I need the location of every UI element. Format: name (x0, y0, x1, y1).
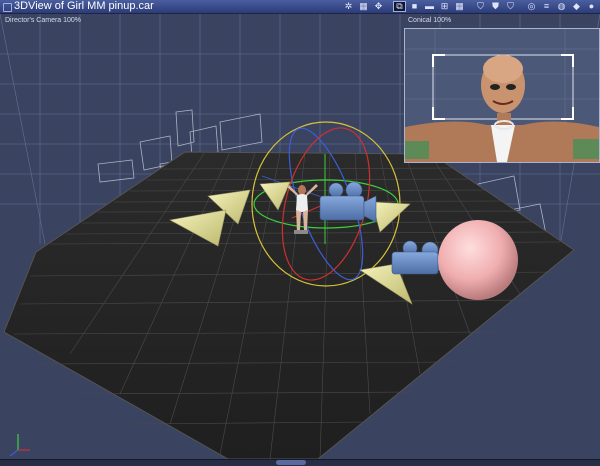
layout-split-icon[interactable]: ▬ (423, 1, 436, 12)
layout-single-icon[interactable]: ■ (408, 1, 421, 12)
window-title: 3DView of Girl MM pinup.car (14, 0, 154, 12)
pin-icon[interactable]: ✲ (342, 1, 355, 12)
render-shield-icon[interactable]: ⛉ (504, 1, 517, 12)
move-icon[interactable]: ✥ (372, 1, 385, 12)
wireframe-sphere-icon[interactable]: ◍ (555, 1, 568, 12)
preview-window[interactable] (404, 28, 600, 163)
sphere-prop[interactable] (438, 220, 518, 300)
resize-handle[interactable] (276, 460, 306, 465)
light-shield-icon[interactable]: ⛊ (489, 1, 502, 12)
camera-label[interactable]: Director's Camera 100% (5, 17, 81, 24)
preview-label[interactable]: Conical 100% (408, 17, 451, 24)
shaded-cube-icon[interactable]: ◆ (570, 1, 583, 12)
shield-icon[interactable]: ⛉ (474, 1, 487, 12)
3d-view-window: 3DView of Girl MM pinup.car ✲ ▦ ✥ ⧉ ■ ▬ … (0, 0, 600, 466)
window-grip-icon[interactable] (3, 3, 12, 12)
menu-icon[interactable]: ≡ (540, 1, 553, 12)
camera-view-icon[interactable]: ⧉ (393, 1, 406, 12)
layout-quad-icon[interactable]: ⊞ (438, 1, 451, 12)
view-toolbar: ✲ ▦ ✥ ⧉ ■ ▬ ⊞ ▦ ⛉ ⛊ ⛉ ◎ ≡ ◍ ◆ ● (342, 0, 598, 13)
title-bar[interactable]: 3DView of Girl MM pinup.car ✲ ▦ ✥ ⧉ ■ ▬ … (0, 0, 600, 14)
grid-icon[interactable]: ▦ (357, 1, 370, 12)
target-icon[interactable]: ◎ (525, 1, 538, 12)
layout-grid-icon[interactable]: ▦ (453, 1, 466, 12)
preview-canvas (405, 29, 599, 162)
shaded-sphere-icon[interactable]: ● (585, 1, 598, 12)
